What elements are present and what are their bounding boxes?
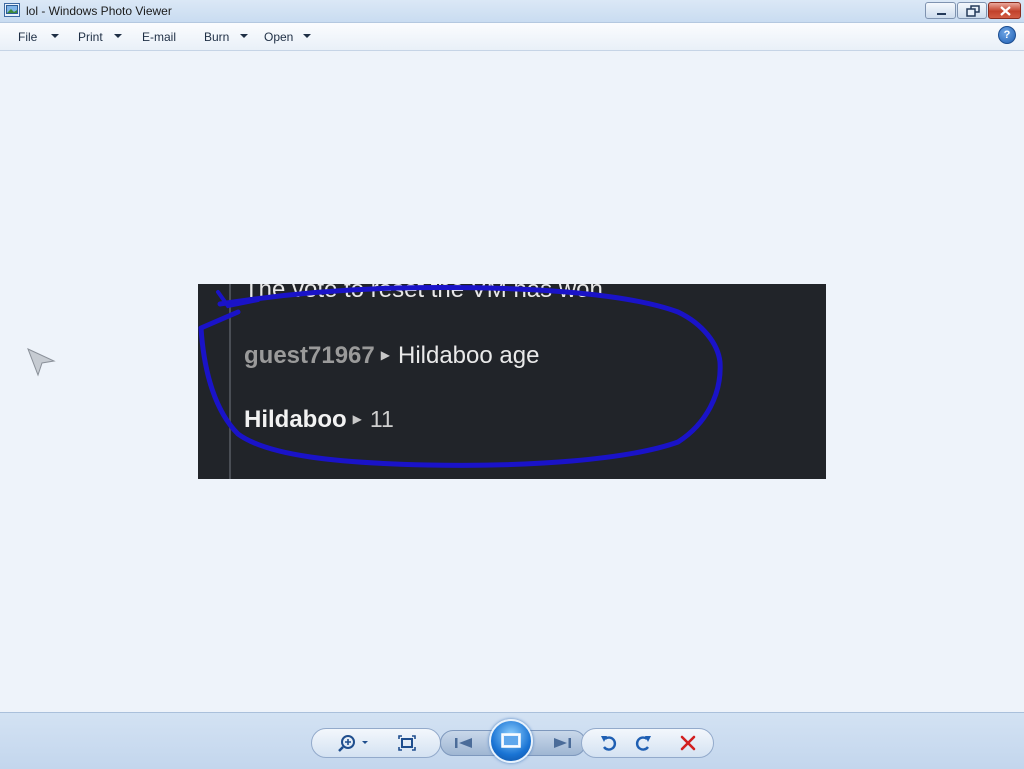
minimize-button[interactable] <box>925 2 956 19</box>
chevron-down-icon[interactable] <box>240 34 248 38</box>
menu-email[interactable]: E-mail <box>142 30 176 44</box>
title-bar: lol - Windows Photo Viewer <box>0 0 1024 23</box>
rotate-clockwise-icon[interactable] <box>633 733 653 753</box>
chevron-down-icon[interactable] <box>51 34 59 38</box>
photo-viewer-icon <box>4 3 20 17</box>
minimize-icon <box>937 13 946 15</box>
next-icon[interactable] <box>550 735 574 751</box>
menu-open[interactable]: Open <box>264 30 293 44</box>
mouse-pointer-icon <box>27 348 56 377</box>
chevron-down-icon[interactable] <box>114 34 122 38</box>
delete-icon[interactable] <box>679 734 697 752</box>
restore-button[interactable] <box>957 2 987 19</box>
chevron-down-icon[interactable] <box>303 34 311 38</box>
window-title: lol - Windows Photo Viewer <box>26 4 172 18</box>
menu-print[interactable]: Print <box>78 30 103 44</box>
close-icon <box>1000 6 1011 16</box>
help-button[interactable]: ? <box>998 26 1016 44</box>
slideshow-button[interactable] <box>489 719 533 763</box>
menu-burn[interactable]: Burn <box>204 30 229 44</box>
zoom-group <box>311 728 441 758</box>
zoom-icon[interactable] <box>338 733 372 753</box>
slideshow-icon <box>501 733 521 748</box>
restore-icon <box>966 5 980 17</box>
previous-icon[interactable] <box>452 735 476 751</box>
rotate-counterclockwise-icon[interactable] <box>599 733 619 753</box>
menu-file[interactable]: File <box>18 30 37 44</box>
blue-scribble-annotation <box>198 285 723 468</box>
actual-size-icon[interactable] <box>397 734 417 752</box>
command-bar: File Print E-mail Burn Open <box>0 23 1024 51</box>
displayed-photo: The vote to reset the VM has won. guest7… <box>198 284 826 479</box>
close-window-button[interactable] <box>988 2 1021 19</box>
